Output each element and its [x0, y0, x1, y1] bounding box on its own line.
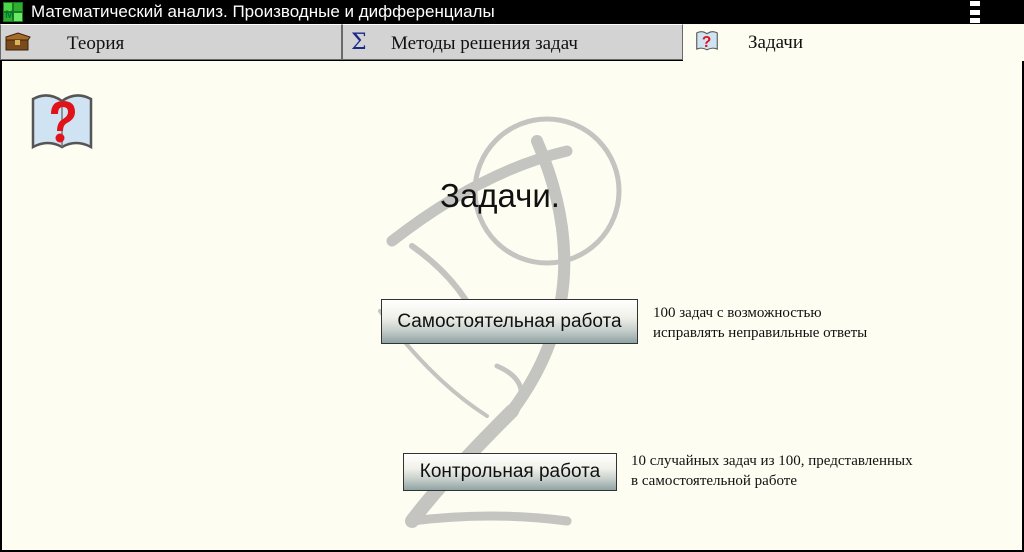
svg-text:?: ? — [702, 34, 711, 51]
test-description-line2: в самостоятельной работе — [631, 473, 797, 489]
test-description: 10 случайных задач из 100, представленны… — [631, 451, 913, 491]
page-heading: Задачи. — [440, 177, 560, 214]
chest-icon — [5, 32, 31, 51]
window-title: Математический анализ. Производные и диф… — [31, 2, 495, 21]
tab-bar: Теория Σ Методы решения задач ? Задачи — [0, 24, 1024, 61]
svg-text:Σ: Σ — [351, 30, 367, 54]
tab-methods[interactable]: Σ Методы решения задач — [342, 24, 683, 60]
question-book-icon — [31, 94, 93, 150]
test-description-line1: 10 случайных задач из 100, представленны… — [631, 453, 913, 469]
self-study-description-line2: исправлять неправильные ответы — [653, 325, 868, 341]
self-study-description-line1: 100 задач с возможностью — [653, 305, 822, 321]
title-bar: M Математический анализ. Производные и д… — [0, 0, 1024, 24]
tab-tasks-label: Задачи — [748, 32, 804, 53]
test-button[interactable]: Контрольная работа — [403, 453, 617, 491]
svg-text:M: M — [5, 9, 14, 21]
question-book-icon: ? — [696, 31, 718, 51]
tab-tasks[interactable]: ? Задачи — [683, 24, 1024, 61]
tab-theory[interactable]: Теория — [0, 24, 342, 60]
self-study-description: 100 задач с возможностью исправлять непр… — [653, 303, 867, 343]
content-panel: Задачи. Самостоятельная работа 100 задач… — [2, 61, 1022, 550]
app-cube-icon: M — [3, 2, 23, 22]
menu-dots-icon[interactable] — [970, 1, 982, 23]
tab-methods-label: Методы решения задач — [391, 33, 578, 54]
self-study-button[interactable]: Самостоятельная работа — [381, 299, 638, 344]
sigma-icon: Σ — [351, 30, 367, 54]
tab-theory-label: Теория — [67, 33, 125, 54]
